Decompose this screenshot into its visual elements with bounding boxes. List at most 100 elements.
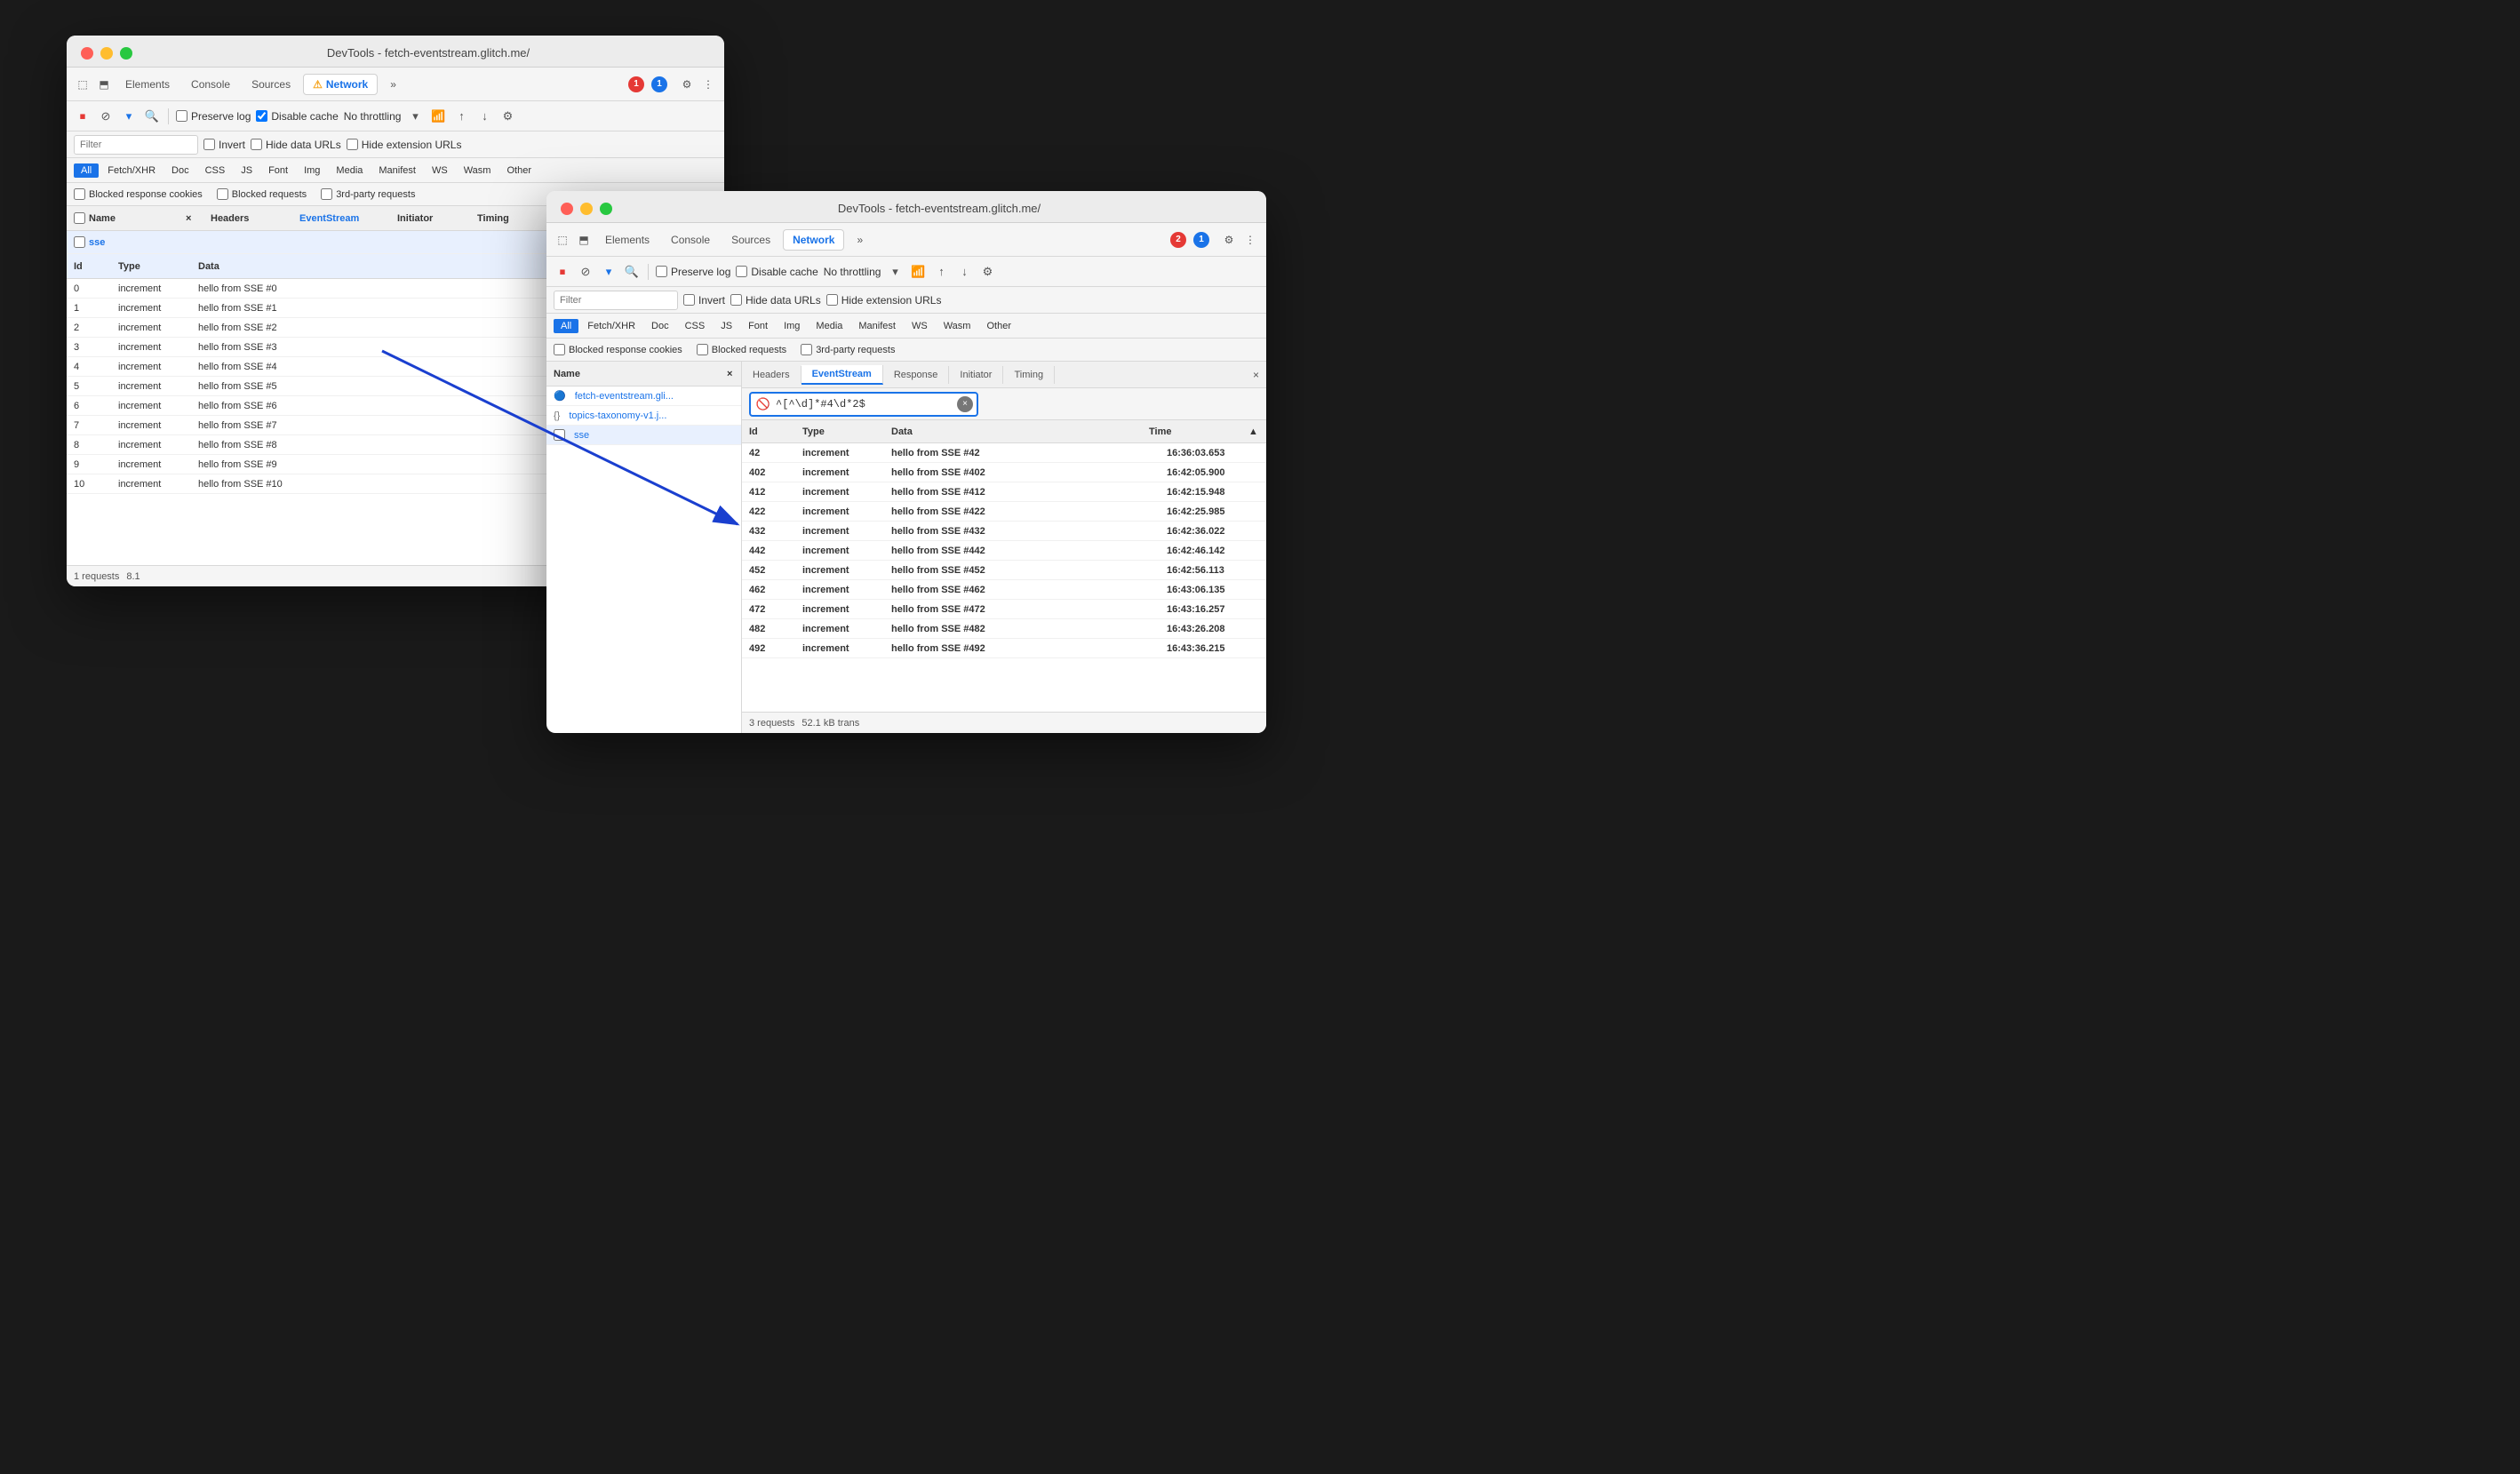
tab-network-2[interactable]: Network bbox=[783, 229, 844, 251]
clear-btn-1[interactable]: ⊘ bbox=[97, 108, 115, 125]
type-wasm-2[interactable]: Wasm bbox=[937, 319, 978, 333]
upload-icon-2[interactable]: ↑ bbox=[932, 263, 950, 281]
clear-btn-2[interactable]: ⊘ bbox=[577, 263, 594, 281]
sse-time-col-header-2[interactable]: Time bbox=[1142, 426, 1248, 437]
device-icon-2[interactable]: ⬒ bbox=[575, 231, 593, 249]
hide-ext-urls-input-2[interactable] bbox=[826, 294, 838, 306]
type-manifest-1[interactable]: Manifest bbox=[371, 163, 423, 178]
sse-data-row-2[interactable]: 462 increment hello from SSE #462 16:43:… bbox=[742, 580, 1266, 600]
invert-input-1[interactable] bbox=[203, 139, 215, 150]
type-media-1[interactable]: Media bbox=[329, 163, 370, 178]
no-entry-icon-2[interactable]: 🚫 bbox=[754, 395, 772, 413]
maximize-btn-1[interactable] bbox=[120, 47, 132, 60]
sse-data-row-2[interactable]: 472 increment hello from SSE #472 16:43:… bbox=[742, 600, 1266, 619]
preserve-log-check-2[interactable]: Preserve log bbox=[656, 266, 730, 278]
request-row-fetch-2[interactable]: 🔵 fetch-eventstream.gli... bbox=[546, 386, 741, 406]
settings-icon-toolbar-2[interactable]: ⚙ bbox=[978, 263, 996, 281]
preserve-log-check-1[interactable]: Preserve log bbox=[176, 110, 251, 123]
type-js-1[interactable]: JS bbox=[234, 163, 259, 178]
invert-input-2[interactable] bbox=[683, 294, 695, 306]
filter-toggle-2[interactable]: ▾ bbox=[600, 263, 618, 281]
blocked-cookies-1[interactable]: Blocked response cookies bbox=[74, 188, 203, 200]
request-row-topics-2[interactable]: {} topics-taxonomy-v1.j... bbox=[546, 406, 741, 426]
settings-icon-toolbar-1[interactable]: ⚙ bbox=[498, 108, 516, 125]
type-css-1[interactable]: CSS bbox=[198, 163, 233, 178]
invert-check-1[interactable]: Invert bbox=[203, 139, 245, 151]
tab-console-2[interactable]: Console bbox=[662, 230, 719, 250]
record-stop-btn-2[interactable]: ⏹ bbox=[554, 263, 571, 281]
more-icon-1[interactable]: ⋮ bbox=[699, 76, 717, 93]
panel-tab-headers-2[interactable]: Headers bbox=[742, 366, 801, 384]
tab-sources-1[interactable]: Sources bbox=[243, 75, 299, 94]
inspector-icon[interactable]: ⬚ bbox=[74, 76, 92, 93]
panel-tab-timing-2[interactable]: Timing bbox=[1003, 366, 1055, 384]
preserve-log-input-2[interactable] bbox=[656, 266, 667, 277]
blocked-requests-2[interactable]: Blocked requests bbox=[697, 344, 786, 355]
sse-data-row-2[interactable]: 422 increment hello from SSE #422 16:42:… bbox=[742, 502, 1266, 522]
type-css-2[interactable]: CSS bbox=[678, 319, 713, 333]
throttle-select-2[interactable]: No throttling bbox=[824, 266, 881, 278]
tab-console-1[interactable]: Console bbox=[182, 75, 239, 94]
search-btn-2[interactable]: 🔍 bbox=[623, 263, 641, 281]
type-img-1[interactable]: Img bbox=[297, 163, 327, 178]
3rd-party-input-1[interactable] bbox=[321, 188, 332, 200]
filter-clear-btn-2[interactable]: × bbox=[957, 396, 973, 412]
close-btn-2[interactable] bbox=[561, 203, 573, 215]
tab-more-2[interactable]: » bbox=[848, 230, 872, 250]
disable-cache-check-1[interactable]: Disable cache bbox=[256, 110, 338, 123]
3rd-party-input-2[interactable] bbox=[801, 344, 812, 355]
hide-ext-urls-input-1[interactable] bbox=[347, 139, 358, 150]
type-wasm-1[interactable]: Wasm bbox=[457, 163, 498, 178]
blocked-requests-input-2[interactable] bbox=[697, 344, 708, 355]
blocked-requests-input-1[interactable] bbox=[217, 188, 228, 200]
col-eventstream-header-1[interactable]: EventStream bbox=[292, 213, 390, 224]
sse-data-row-2[interactable]: 442 increment hello from SSE #442 16:42:… bbox=[742, 541, 1266, 561]
sse-type-col-header-2[interactable]: Type bbox=[795, 426, 884, 437]
record-stop-btn-1[interactable]: ⏹ bbox=[74, 108, 92, 125]
search-btn-1[interactable]: 🔍 bbox=[143, 108, 161, 125]
type-font-1[interactable]: Font bbox=[261, 163, 295, 178]
sse-data-row-2[interactable]: 412 increment hello from SSE #412 16:42:… bbox=[742, 482, 1266, 502]
type-js-2[interactable]: JS bbox=[714, 319, 739, 333]
filter-input-1[interactable] bbox=[74, 135, 198, 155]
disable-cache-check-2[interactable]: Disable cache bbox=[736, 266, 817, 278]
disable-cache-input-1[interactable] bbox=[256, 110, 267, 122]
col-headers-header-1[interactable]: Headers bbox=[203, 213, 292, 224]
type-media-2[interactable]: Media bbox=[809, 319, 849, 333]
3rd-party-requests-2[interactable]: 3rd-party requests bbox=[801, 344, 895, 355]
sse-id-col-header-2[interactable]: Id bbox=[742, 426, 795, 437]
hide-ext-urls-check-2[interactable]: Hide extension URLs bbox=[826, 294, 942, 307]
type-font-2[interactable]: Font bbox=[741, 319, 775, 333]
more-icon-2[interactable]: ⋮ bbox=[1241, 231, 1259, 249]
tab-network-1[interactable]: ⚠ Network bbox=[303, 74, 378, 95]
sse-data-row-2[interactable]: 42 increment hello from SSE #42 16:36:03… bbox=[742, 443, 1266, 463]
hide-data-urls-input-2[interactable] bbox=[730, 294, 742, 306]
x-col-header-2[interactable]: × bbox=[723, 369, 741, 379]
type-doc-1[interactable]: Doc bbox=[164, 163, 196, 178]
hide-data-urls-check-1[interactable]: Hide data URLs bbox=[251, 139, 341, 151]
sse-data-row-2[interactable]: 492 increment hello from SSE #492 16:43:… bbox=[742, 639, 1266, 658]
type-all-1[interactable]: All bbox=[74, 163, 99, 178]
tab-elements-2[interactable]: Elements bbox=[596, 230, 658, 250]
regex-filter-input-2[interactable] bbox=[776, 398, 953, 410]
type-ws-2[interactable]: WS bbox=[905, 319, 935, 333]
3rd-party-requests-1[interactable]: 3rd-party requests bbox=[321, 188, 415, 200]
disable-cache-input-2[interactable] bbox=[736, 266, 747, 277]
filter-toggle-1[interactable]: ▾ bbox=[120, 108, 138, 125]
sse-check-2[interactable] bbox=[554, 429, 565, 441]
throttle-arrow-1[interactable]: ▾ bbox=[406, 108, 424, 125]
blocked-requests-1[interactable]: Blocked requests bbox=[217, 188, 307, 200]
invert-check-2[interactable]: Invert bbox=[683, 294, 725, 307]
sse-data-row-2[interactable]: 402 increment hello from SSE #402 16:42:… bbox=[742, 463, 1266, 482]
preserve-log-input-1[interactable] bbox=[176, 110, 187, 122]
sse-data-row-2[interactable]: 452 increment hello from SSE #452 16:42:… bbox=[742, 561, 1266, 580]
panel-tab-initiator-2[interactable]: Initiator bbox=[949, 366, 1003, 384]
download-icon-1[interactable]: ↓ bbox=[475, 108, 493, 125]
type-fetch-xhr-2[interactable]: Fetch/XHR bbox=[580, 319, 642, 333]
download-icon-2[interactable]: ↓ bbox=[955, 263, 973, 281]
request-row-sse-2[interactable]: sse bbox=[546, 426, 741, 445]
blocked-cookies-input-2[interactable] bbox=[554, 344, 565, 355]
panel-tab-response-2[interactable]: Response bbox=[883, 366, 950, 384]
sse-sort-col-header-2[interactable]: ▲ bbox=[1248, 426, 1266, 437]
settings-icon-1[interactable]: ⚙ bbox=[678, 76, 696, 93]
